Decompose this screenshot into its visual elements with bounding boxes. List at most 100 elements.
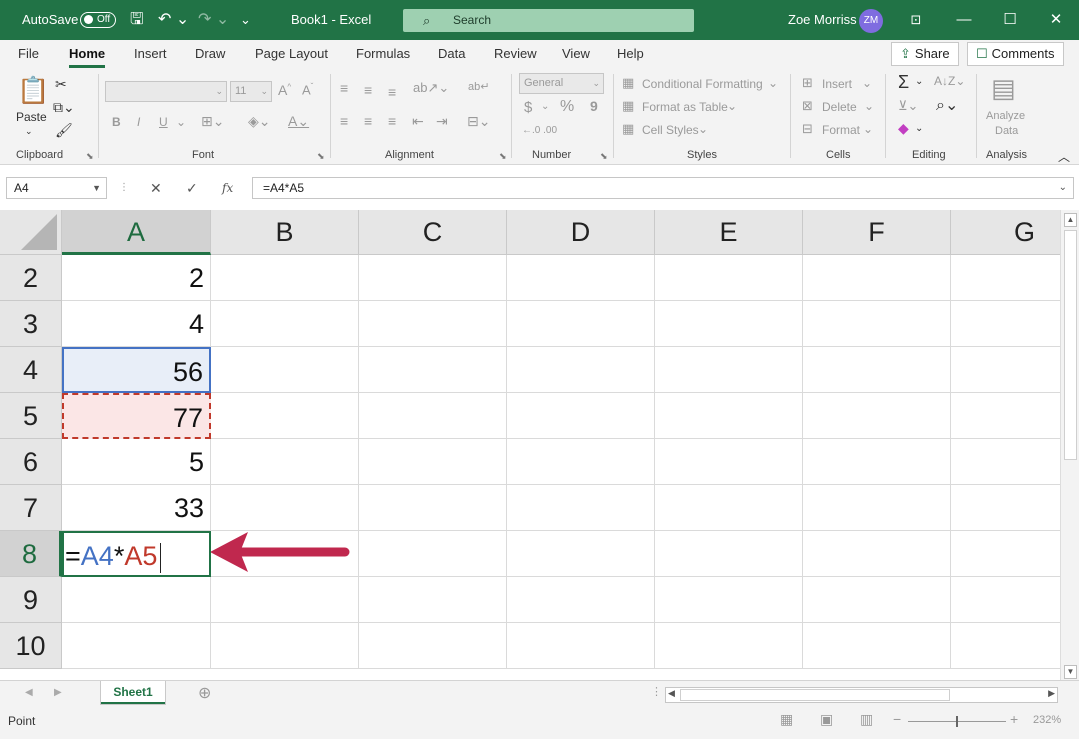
normal-view-icon[interactable]: ▦ [780, 711, 793, 728]
wrap-text-icon[interactable]: ab↵ [468, 80, 489, 93]
zoom-slider[interactable] [908, 716, 1006, 727]
cell-c2[interactable] [359, 255, 507, 301]
column-header-c[interactable]: C [359, 210, 507, 255]
borders-icon[interactable]: ⊞⌄ [201, 113, 224, 130]
cell-a6[interactable]: 5 [62, 439, 211, 485]
comments-button[interactable]: ☐ Comments [967, 42, 1064, 66]
underline-dropdown-icon[interactable]: ⌄ [176, 115, 186, 129]
zoom-out-icon[interactable]: − [893, 711, 901, 727]
cell-a10[interactable] [62, 623, 211, 669]
align-left-icon[interactable]: ≡ [340, 113, 348, 129]
cell-a4[interactable]: 56 [62, 347, 211, 393]
horizontal-scrollbar[interactable]: ◀ ▶ [665, 687, 1058, 703]
autosave-toggle[interactable]: Off [80, 12, 116, 28]
redo-icon[interactable]: ↷ ⌄ [198, 0, 229, 40]
next-sheet-icon[interactable]: ▶ [54, 687, 62, 698]
minimize-icon[interactable]: — [941, 0, 987, 40]
cell-a7[interactable]: 33 [62, 485, 211, 531]
cell-b10[interactable] [211, 623, 359, 669]
collapse-ribbon-icon[interactable]: ︿ [1058, 148, 1070, 165]
align-middle-icon[interactable]: ≡ [364, 82, 372, 98]
cell-d10[interactable] [507, 623, 655, 669]
search-box[interactable]: ⌕ Search [403, 9, 694, 32]
select-all-button[interactable] [0, 210, 62, 255]
sheet-tab-sheet1[interactable]: Sheet1 [100, 681, 166, 705]
cell-g9[interactable] [951, 577, 1060, 623]
page-layout-view-icon[interactable]: ▣ [820, 711, 833, 728]
cell-d6[interactable] [507, 439, 655, 485]
cell-f6[interactable] [803, 439, 951, 485]
bold-button[interactable]: B [112, 115, 121, 129]
cell-a5[interactable]: 77 [62, 393, 211, 439]
cell-e7[interactable] [655, 485, 803, 531]
row-header[interactable]: 2 [0, 255, 62, 301]
row-header[interactable]: 6 [0, 439, 62, 485]
column-header-b[interactable]: B [211, 210, 359, 255]
clipboard-launcher-icon[interactable]: ⬊ [86, 151, 94, 162]
save-icon[interactable]: 🖫 [130, 0, 144, 40]
cell-f8[interactable] [803, 531, 951, 577]
zoom-level[interactable]: 232% [1033, 714, 1061, 726]
splitter-icon[interactable]: ⋮ [651, 685, 662, 698]
share-button[interactable]: ⇪ Share [891, 42, 959, 66]
cell-g6[interactable] [951, 439, 1060, 485]
cell-f3[interactable] [803, 301, 951, 347]
increase-indent-icon[interactable]: ⇥ [436, 113, 448, 130]
cell-b5[interactable] [211, 393, 359, 439]
align-top-icon[interactable]: ≡ [340, 80, 348, 96]
cell-b9[interactable] [211, 577, 359, 623]
cell-g8[interactable] [951, 531, 1060, 577]
decrease-font-icon[interactable]: Aˇ [302, 82, 313, 97]
cell-c10[interactable] [359, 623, 507, 669]
zoom-in-icon[interactable]: + [1010, 711, 1018, 727]
cell-e10[interactable] [655, 623, 803, 669]
autosum-icon[interactable]: Σ [898, 72, 909, 93]
tab-view[interactable]: View [562, 46, 590, 61]
alignment-launcher-icon[interactable]: ⬊ [499, 151, 507, 162]
cell-d2[interactable] [507, 255, 655, 301]
cell-c3[interactable] [359, 301, 507, 347]
row-header[interactable]: 5 [0, 393, 62, 439]
cell-a2[interactable]: 2 [62, 255, 211, 301]
add-sheet-icon[interactable]: ⊕ [198, 683, 211, 703]
cell-d7[interactable] [507, 485, 655, 531]
cell-c5[interactable] [359, 393, 507, 439]
cell-c9[interactable] [359, 577, 507, 623]
cell-g10[interactable] [951, 623, 1060, 669]
column-header-a[interactable]: A [62, 210, 211, 255]
align-right-icon[interactable]: ≡ [388, 113, 396, 129]
cell-g4[interactable] [951, 347, 1060, 393]
cut-icon[interactable]: ✂ [55, 76, 67, 93]
close-icon[interactable]: ✕ [1033, 0, 1079, 40]
currency-dropdown-icon[interactable]: ⌄ [541, 101, 549, 112]
underline-button[interactable]: U [159, 115, 168, 129]
row-header[interactable]: 7 [0, 485, 62, 531]
cell-c4[interactable] [359, 347, 507, 393]
cell-e3[interactable] [655, 301, 803, 347]
analyze-data-label-2[interactable]: Data [995, 125, 1018, 137]
avatar[interactable]: ZM [859, 9, 883, 33]
cell-d3[interactable] [507, 301, 655, 347]
font-color-icon[interactable]: A⌄ [288, 113, 309, 130]
format-as-table-button[interactable]: Format as Table [642, 100, 728, 114]
comma-button[interactable]: 9 [590, 98, 598, 114]
cell-d5[interactable] [507, 393, 655, 439]
cell-e5[interactable] [655, 393, 803, 439]
format-painter-icon[interactable]: 🖌 [55, 122, 73, 139]
cell-e6[interactable] [655, 439, 803, 485]
merge-center-icon[interactable]: ⊟⌄ [467, 113, 490, 130]
clear-icon[interactable]: ◆ [898, 120, 909, 137]
column-header-f[interactable]: F [803, 210, 951, 255]
cell-f9[interactable] [803, 577, 951, 623]
sort-filter-icon[interactable]: A↓Z⌄ [934, 74, 965, 88]
percent-button[interactable]: % [560, 98, 574, 116]
cell-c7[interactable] [359, 485, 507, 531]
align-bottom-icon[interactable]: ≡ [388, 84, 396, 100]
cell-c6[interactable] [359, 439, 507, 485]
maximize-icon[interactable]: ☐ [987, 0, 1033, 40]
currency-button[interactable]: $ [524, 99, 532, 116]
column-header-d[interactable]: D [507, 210, 655, 255]
number-format-select[interactable]: General ⌄ [519, 73, 604, 94]
number-launcher-icon[interactable]: ⬊ [600, 151, 608, 162]
delete-cells-button[interactable]: Delete [822, 100, 857, 114]
